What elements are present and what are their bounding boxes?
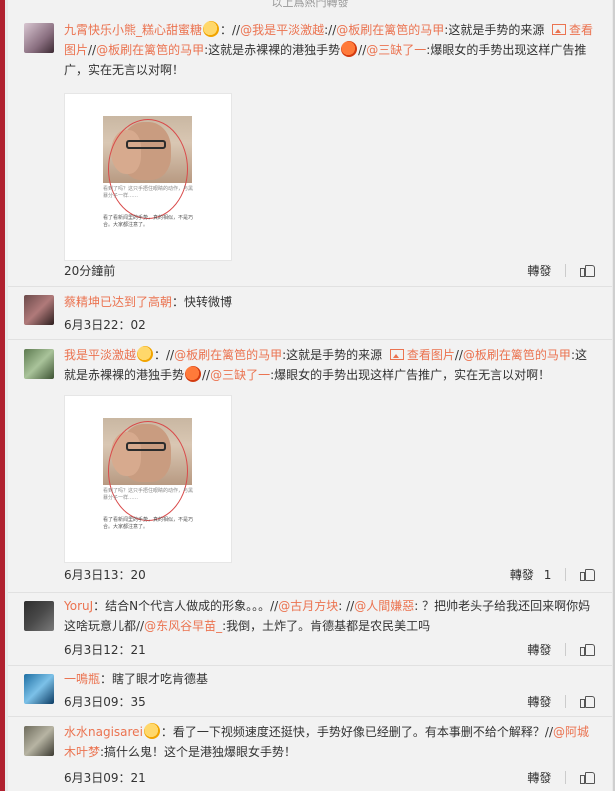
timestamp[interactable]: 6月3日09：21 [64, 769, 146, 786]
like-icon[interactable] [580, 695, 595, 708]
item-actions: 轉發 [527, 769, 595, 786]
repost-text: 九霄快乐小熊_糕心甜蜜糖 ：//@我是平淡激越://@板刷在篱笆的马甲:这就是手势… [64, 21, 593, 77]
repost-button[interactable]: 轉發 [510, 566, 534, 583]
photo [103, 116, 192, 219]
like-icon[interactable] [580, 568, 595, 581]
item-actions: 轉發 [527, 693, 595, 710]
item-actions: 轉發 [527, 262, 595, 279]
like-icon[interactable] [580, 771, 595, 784]
list-item: 水水nagisarei ：看了一下视频速度还挺快，手势好像已经删了。有本事删不给个… [8, 717, 612, 791]
timestamp[interactable]: 6月3日13：20 [64, 566, 146, 583]
mention-link[interactable]: @我是平淡激越 [240, 23, 324, 37]
item-actions: 轉發 [527, 641, 595, 658]
repost-text: 一鳴瓶：瞎了眼才吃肯德基 [64, 672, 209, 686]
repost-text: 蔡精坤已达到了高朝：快转微博 [64, 295, 233, 309]
list-item: 一鳴瓶：瞎了眼才吃肯德基 6月3日09：35 轉發 [8, 666, 612, 717]
repost-count: 1 [543, 567, 552, 582]
vip-badge-icon [137, 346, 154, 362]
mention-link[interactable]: @三缺了一 [366, 43, 426, 57]
like-icon[interactable] [580, 264, 595, 277]
repost-text: YoruJ：结合N个代言人做成的形象。。。//@古月方块: //@人間嫌惡: ？… [64, 599, 591, 633]
username-link[interactable]: 我是平淡激越 [64, 348, 136, 362]
avatar[interactable] [24, 726, 54, 756]
repost-list-panel: 以上爲熱門轉發 九霄快乐小熊_糕心甜蜜糖 ：//@我是平淡激越://@板刷在篱笆的… [8, 0, 612, 791]
mention-link[interactable]: @板刷在篱笆的马甲 [463, 348, 571, 362]
angry-emoji-icon [341, 41, 358, 57]
list-item: YoruJ：结合N个代言人做成的形象。。。//@古月方块: //@人間嫌惡: ？… [8, 593, 612, 666]
list-item: 我是平淡激越 ：//@板刷在篱笆的马甲:这就是手势的来源 查看图片//@板刷在篱笆… [8, 340, 612, 593]
picture-icon [551, 24, 566, 35]
username-link[interactable]: 蔡精坤已达到了高朝 [64, 295, 172, 309]
picture-icon [389, 349, 404, 360]
avatar[interactable] [24, 23, 54, 53]
repost-button[interactable]: 轉發 [527, 769, 551, 786]
avatar[interactable] [24, 295, 54, 325]
mention-link[interactable]: @板刷在篱笆的马甲 [96, 43, 204, 57]
username-link[interactable]: 一鳴瓶 [64, 672, 100, 686]
username-link[interactable]: YoruJ [64, 599, 93, 613]
avatar[interactable] [24, 674, 54, 704]
avatar[interactable] [24, 601, 54, 631]
avatar[interactable] [24, 349, 54, 379]
mention-link[interactable]: @人間嫌惡 [354, 599, 414, 613]
mention-link[interactable]: @东风谷早苗_ [144, 619, 222, 633]
angry-emoji-icon [185, 366, 202, 382]
image-thumbnail[interactable]: 看到了吗？这只手捂住眼睛的动作，与黑暴分子一样…… 看了看新闻里的手势，真的相似… [64, 93, 232, 261]
item-actions: 轉發 1 [510, 566, 595, 583]
image-thumbnail[interactable]: 看到了吗？这只手捂住眼睛的动作，与黑暴分子一样…… 看了看新闻里的手势，真的相似… [64, 395, 232, 563]
view-picture-link[interactable]: 查看图片 [389, 348, 455, 362]
vip-badge-icon [143, 723, 160, 739]
list-item: 九霄快乐小熊_糕心甜蜜糖 ：//@我是平淡激越://@板刷在篱笆的马甲:这就是手势… [8, 14, 612, 287]
username-link[interactable]: 水水nagisarei [64, 725, 143, 739]
timestamp[interactable]: 6月3日12：21 [64, 641, 146, 658]
vip-badge-icon [203, 21, 220, 37]
like-icon[interactable] [580, 643, 595, 656]
timestamp[interactable]: 20分鐘前 [64, 262, 115, 279]
mention-link[interactable]: @板刷在篱笆的马甲 [174, 348, 282, 362]
hot-repost-notice: 以上爲熱門轉發 [271, 0, 349, 9]
repost-button[interactable]: 轉發 [527, 693, 551, 710]
list-item: 蔡精坤已达到了高朝：快转微博 6月3日22：02 [8, 287, 612, 340]
repost-button[interactable]: 轉發 [527, 262, 551, 279]
username-link[interactable]: 九霄快乐小熊_糕心甜蜜糖 [64, 23, 202, 37]
photo [103, 418, 192, 521]
left-accent-bar [0, 0, 5, 791]
mention-link[interactable]: @古月方块 [278, 599, 338, 613]
repost-text: 我是平淡激越 ：//@板刷在篱笆的马甲:这就是手势的来源 查看图片//@板刷在篱笆… [64, 346, 587, 382]
mention-link[interactable]: @板刷在篱笆的马甲 [336, 23, 444, 37]
repost-button[interactable]: 轉發 [527, 641, 551, 658]
timestamp[interactable]: 6月3日09：35 [64, 693, 146, 710]
mention-link[interactable]: @三缺了一 [210, 368, 270, 382]
repost-text: 水水nagisarei ：看了一下视频速度还挺快，手势好像已经删了。有本事删不给个… [64, 723, 590, 759]
timestamp[interactable]: 6月3日22：02 [64, 316, 146, 333]
